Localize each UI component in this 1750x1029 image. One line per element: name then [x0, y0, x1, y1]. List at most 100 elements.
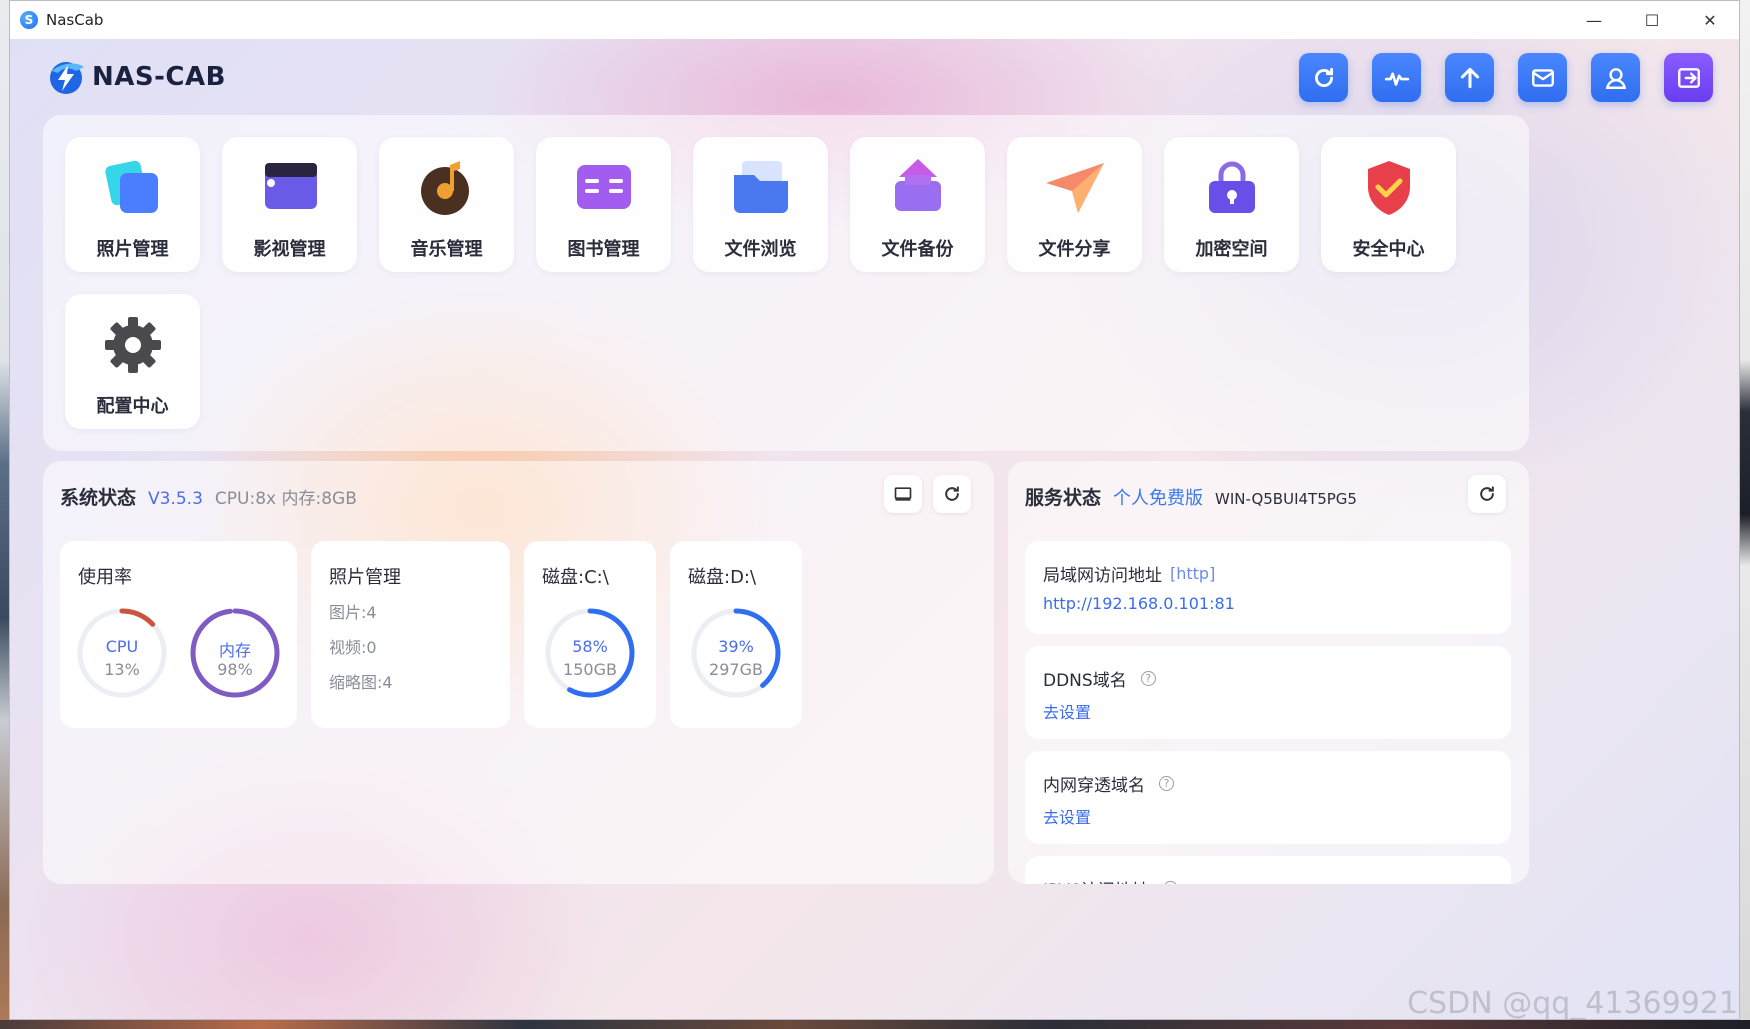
backup-icon [894, 159, 941, 211]
app-label: 音乐管理 [410, 239, 483, 260]
window-title: NasCab [46, 11, 104, 29]
activity-button[interactable] [1372, 53, 1421, 102]
lock-icon [1208, 161, 1255, 213]
service-status-title: 服务状态 [1025, 487, 1102, 509]
version-label: V3.5.3 [148, 489, 203, 509]
desktop-background-bottom [0, 1020, 1750, 1029]
ddns-setup-link[interactable]: 去设置 [1043, 699, 1091, 723]
app-tile-share[interactable]: 文件分享 [1007, 137, 1142, 272]
photo-stats-card[interactable]: 照片管理 图片:4 视频:0 缩略图:4 [311, 541, 510, 728]
lan-address-link[interactable]: http://192.168.0.101:81 [1043, 594, 1235, 613]
maximize-button[interactable]: ☐ [1623, 1, 1681, 39]
tunnel-card: 内网穿透域名 ? 去设置 [1025, 751, 1511, 844]
ddns-card: DDNS域名 ? 去设置 [1025, 646, 1511, 739]
upload-icon [1460, 67, 1479, 88]
service-status-panel: 服务状态 个人免费版 WIN-Q5BUI4T5PG5 局域网访问地址 [http… [1008, 461, 1529, 884]
watermark-text: CSDN @qq_41369921 [1407, 986, 1738, 1021]
help-icon[interactable]: ? [1159, 776, 1174, 791]
book-icon [576, 165, 631, 209]
app-label: 文件备份 [881, 239, 954, 260]
app-logo-icon: S [20, 11, 38, 29]
user-button[interactable] [1591, 53, 1640, 102]
refresh-icon [1314, 67, 1333, 87]
top-action-bar [1299, 53, 1713, 102]
monitor-button[interactable] [884, 475, 922, 513]
disk-d-title: 磁盘:D:\ [688, 567, 757, 588]
logo-icon [50, 62, 84, 94]
ipv6-card: IPV6访问地址 ? [1025, 856, 1511, 884]
disk-c-ring: 58% 150GB [544, 607, 636, 699]
gear-icon [104, 317, 161, 373]
system-status-title: 系统状态 [60, 487, 137, 509]
app-label: 图书管理 [567, 239, 640, 260]
app-label: 影视管理 [253, 239, 326, 260]
system-refresh-button[interactable] [933, 475, 971, 513]
app-label: 配置中心 [96, 396, 169, 417]
logo-text: NAS-CAB [92, 62, 226, 92]
lan-address-label: 局域网访问地址 [http] [1043, 561, 1215, 586]
memory-ring: 内存 98% [189, 607, 281, 699]
help-icon[interactable]: ? [1140, 671, 1156, 686]
logout-icon [1677, 67, 1700, 88]
protocol-tag: [http] [1170, 564, 1216, 583]
cpu-value: 13% [104, 660, 140, 679]
usage-title: 使用率 [78, 567, 132, 588]
memory-label: 内存 [218, 641, 251, 660]
disk-c-title: 磁盘:C:\ [542, 567, 609, 588]
app-label: 加密空间 [1195, 239, 1268, 260]
music-icon [420, 161, 469, 215]
disk-d-size: 297GB [709, 660, 763, 679]
cpu-ring: CPU 13% [76, 607, 168, 699]
refresh-icon [945, 486, 959, 501]
app-label: 安全中心 [1352, 239, 1425, 260]
app-label: 照片管理 [96, 239, 169, 260]
nascab-logo: NAS-CAB [46, 57, 226, 97]
app-tile-books[interactable]: 图书管理 [536, 137, 671, 272]
apps-panel: 照片管理 影视管理 音乐管理 图书管理 文件浏览 文件备份 文件分享 加密空间 … [43, 115, 1529, 451]
minimize-button[interactable]: — [1565, 1, 1623, 39]
service-status-header: 服务状态 个人免费版 WIN-Q5BUI4T5PG5 [1025, 483, 1357, 510]
usage-card: 使用率 CPU 13% 内存 98% [60, 541, 297, 728]
user-icon [1605, 67, 1626, 89]
ddns-label: DDNS域名 ? [1043, 666, 1156, 691]
app-label: 文件分享 [1038, 239, 1111, 260]
close-button[interactable]: ✕ [1681, 1, 1739, 39]
upload-button[interactable] [1445, 53, 1494, 102]
video-icon [264, 163, 317, 209]
cpu-label: CPU [105, 637, 139, 656]
lan-address-card: 局域网访问地址 [http] http://192.168.0.101:81 [1025, 541, 1511, 634]
system-status-header: 系统状态 V3.5.3 CPU:8x 内存:8GB [60, 483, 357, 510]
mail-icon [1531, 68, 1554, 87]
share-icon [1045, 163, 1104, 213]
shield-icon [1367, 161, 1410, 215]
app-tile-files[interactable]: 文件浏览 [693, 137, 828, 272]
disk-d-card: 磁盘:D:\ 39% 297GB [670, 541, 802, 728]
disk-c-card: 磁盘:C:\ 58% 150GB [524, 541, 656, 728]
disk-c-percent: 58% [572, 637, 608, 656]
app-tile-music[interactable]: 音乐管理 [379, 137, 514, 272]
mail-button[interactable] [1518, 53, 1567, 102]
plan-label[interactable]: 个人免费版 [1113, 484, 1203, 510]
system-status-panel: 系统状态 V3.5.3 CPU:8x 内存:8GB 使用率 CPU 13% 内存… [43, 461, 994, 884]
tunnel-setup-link[interactable]: 去设置 [1043, 804, 1091, 828]
refresh-button[interactable] [1299, 53, 1348, 102]
help-icon[interactable]: ? [1162, 881, 1178, 884]
service-refresh-button[interactable] [1468, 475, 1506, 513]
app-tile-backup[interactable]: 文件备份 [850, 137, 985, 272]
app-tile-vault[interactable]: 加密空间 [1164, 137, 1299, 272]
app-tile-video[interactable]: 影视管理 [222, 137, 357, 272]
image-count: 图片:4 [329, 603, 377, 622]
app-tile-security[interactable]: 安全中心 [1321, 137, 1456, 272]
tunnel-text: 内网穿透域名 [1043, 776, 1145, 796]
logout-button[interactable] [1664, 53, 1713, 102]
app-tile-settings[interactable]: 配置中心 [65, 294, 200, 429]
ddns-text: DDNS域名 [1043, 671, 1127, 691]
disk-c-size: 150GB [563, 660, 617, 679]
app-tile-photo[interactable]: 照片管理 [65, 137, 200, 272]
photo-icon [104, 160, 158, 213]
desktop-background-right [1740, 0, 1750, 1029]
ipv6-text: IPV6访问地址 [1043, 876, 1149, 884]
video-count: 视频:0 [329, 638, 377, 657]
disk-d-percent: 39% [718, 637, 754, 656]
memory-value: 98% [217, 660, 253, 679]
